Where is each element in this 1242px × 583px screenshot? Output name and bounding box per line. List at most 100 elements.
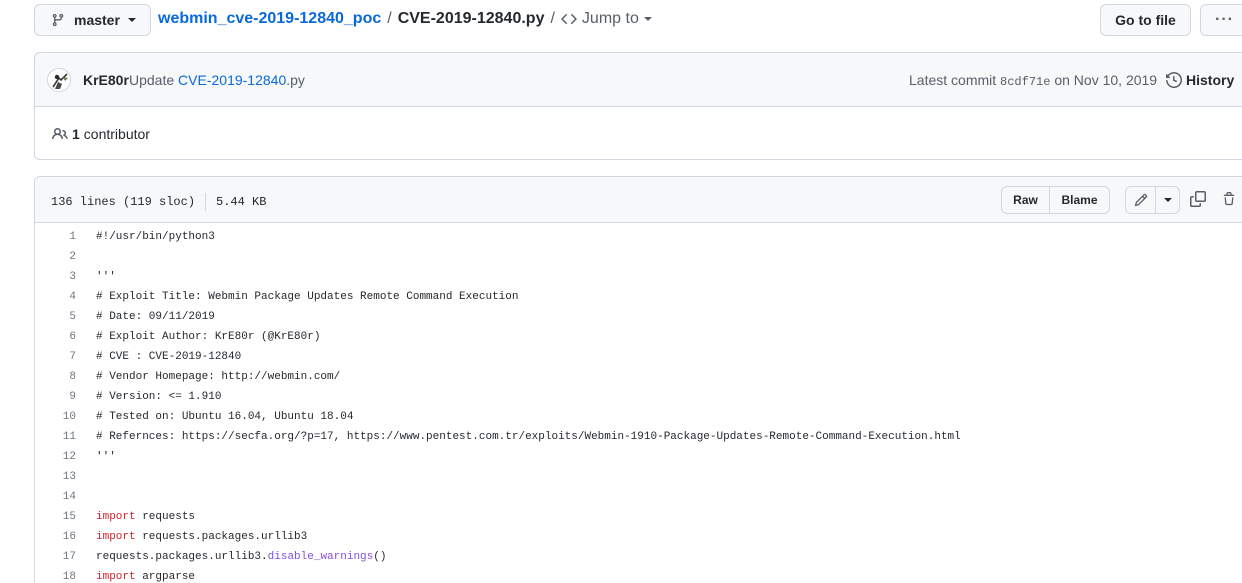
line-content: # Exploit Title: Webmin Package Updates … [76, 291, 518, 303]
line-content: import requests.packages.urllib3 [76, 531, 307, 543]
code-line: 11 # Refernces: https://secfa.org/?p=17, … [35, 427, 1242, 447]
chevron-down-icon [127, 18, 136, 22]
line-content: ''' [76, 451, 116, 463]
avatar-image-icon [48, 69, 70, 91]
line-number[interactable]: 12 [35, 451, 76, 463]
code-keyword: import [96, 531, 136, 543]
line-number[interactable]: 13 [35, 471, 76, 483]
commit-message-suffix: .py [286, 72, 305, 88]
code-text: () [373, 551, 387, 563]
contributors-count: 1 [72, 126, 80, 142]
line-number[interactable]: 17 [35, 551, 76, 563]
code-line: 6 # Exploit Author: KrE80r (@KrE80r) [35, 327, 1242, 347]
pencil-icon [1134, 193, 1147, 207]
code-text: # CVE : CVE-2019-12840 [96, 351, 242, 363]
code-text: argparse [135, 571, 196, 583]
latest-commit-info: Latest commit 8cdf71e on Nov 10, 2019 [909, 72, 1157, 89]
commit-message-prefix: Update [129, 72, 175, 88]
breadcrumb-separator: / [550, 10, 555, 27]
branch-select-button[interactable]: master [34, 4, 151, 36]
edit-options-dropdown[interactable] [1156, 186, 1180, 214]
line-number[interactable]: 18 [35, 571, 76, 583]
more-options-button[interactable]: ··· [1200, 4, 1242, 36]
commit-message-link[interactable]: CVE-2019-12840 [178, 72, 286, 88]
code-keyword: import [96, 511, 136, 523]
code-line: 12 ''' [35, 447, 1242, 467]
line-content: # Exploit Author: KrE80r (@KrE80r) [76, 331, 320, 343]
file-actions-group: Raw Blame [1001, 186, 1110, 214]
commit-author[interactable]: KrE80r [83, 72, 129, 88]
blame-button[interactable]: Blame [1050, 186, 1110, 214]
line-number[interactable]: 14 [35, 491, 76, 503]
code-text: ''' [96, 451, 116, 463]
line-number[interactable]: 11 [35, 431, 76, 443]
contributors-label: contributor [83, 126, 150, 142]
line-number[interactable]: 15 [35, 511, 76, 523]
code-text: # Exploit Title: Webmin Package Updates … [96, 291, 519, 303]
code-line: 1 #!/usr/bin/python3 [35, 227, 1242, 247]
commit-row: KrE80r Update CVE-2019-12840.py Latest c… [35, 53, 1242, 107]
code-icon [561, 13, 577, 25]
go-to-file-button[interactable]: Go to file [1100, 4, 1191, 36]
line-number[interactable]: 2 [35, 251, 76, 263]
breadcrumb-repo-link[interactable]: webmin_cve-2019-12840_poc [158, 10, 381, 28]
code-text: #!/usr/bin/python3 [96, 231, 215, 243]
line-content: #!/usr/bin/python3 [76, 231, 215, 243]
line-content: # Refernces: https://secfa.org/?p=17, ht… [76, 431, 961, 443]
code-line: 13 [35, 467, 1242, 487]
code-line: 5 # Date: 09/11/2019 [35, 307, 1242, 327]
line-content: # Tested on: Ubuntu 16.04, Ubuntu 18.04 [76, 411, 353, 423]
code-text: # Exploit Author: KrE80r (@KrE80r) [96, 331, 321, 343]
file-lines-info: 136 lines (119 sloc) [51, 195, 196, 209]
code-text: # Vendor Homepage: http://webmin.com/ [96, 371, 341, 383]
trash-icon[interactable] [1222, 191, 1236, 207]
jump-to-menu[interactable]: Jump to [561, 10, 652, 28]
line-content: import requests [76, 511, 195, 523]
line-number[interactable]: 8 [35, 371, 76, 383]
file-viewer: 136 lines (119 sloc) 5.44 KB Raw Blame 1… [34, 176, 1242, 583]
commit-date: on Nov 10, 2019 [1054, 72, 1158, 88]
line-number[interactable]: 1 [35, 231, 76, 243]
line-number[interactable]: 6 [35, 331, 76, 343]
line-number[interactable]: 4 [35, 291, 76, 303]
latest-commit-box: KrE80r Update CVE-2019-12840.py Latest c… [34, 52, 1242, 160]
line-number[interactable]: 5 [35, 311, 76, 323]
code-text: requests.packages.urllib3 [135, 531, 308, 543]
chevron-down-icon [1163, 198, 1172, 202]
contributors-link[interactable]: 1 contributor [52, 126, 150, 142]
avatar[interactable] [47, 68, 71, 92]
code-line: 15 import requests [35, 507, 1242, 527]
code-line: 9 # Version: <= 1.910 [35, 387, 1242, 407]
code-keyword: import [96, 571, 136, 583]
history-link[interactable]: History [1166, 72, 1234, 88]
code-line: 2 [35, 247, 1242, 267]
line-number[interactable]: 7 [35, 351, 76, 363]
line-number[interactable]: 9 [35, 391, 76, 403]
code-line: 18 import argparse [35, 567, 1242, 583]
code-line: 8 # Vendor Homepage: http://webmin.com/ [35, 367, 1242, 387]
breadcrumb: webmin_cve-2019-12840_poc / CVE-2019-128… [158, 10, 652, 28]
copy-icon[interactable] [1190, 191, 1206, 207]
code-line: 14 [35, 487, 1242, 507]
code-line: 16 import requests.packages.urllib3 [35, 527, 1242, 547]
line-number[interactable]: 3 [35, 271, 76, 283]
line-content: import argparse [76, 571, 195, 583]
chevron-down-icon [643, 17, 652, 21]
divider [205, 193, 207, 211]
code-text: # Version: <= 1.910 [96, 391, 222, 403]
commit-sha-link[interactable]: 8cdf71e [1000, 75, 1050, 89]
line-content: requests.packages.urllib3.disable_warnin… [76, 551, 386, 563]
edit-group [1125, 186, 1180, 214]
line-content: # CVE : CVE-2019-12840 [76, 351, 241, 363]
code-line: 17 requests.packages.urllib3.disable_warn… [35, 547, 1242, 567]
file-header: 136 lines (119 sloc) 5.44 KB Raw Blame [35, 177, 1242, 223]
line-number[interactable]: 16 [35, 531, 76, 543]
branch-name: master [74, 12, 120, 28]
breadcrumb-separator: / [387, 10, 392, 27]
line-number[interactable]: 10 [35, 411, 76, 423]
code-view: 1 #!/usr/bin/python3 2 3 ''' 4 # Exploit Title… [35, 223, 1242, 583]
file-size: 5.44 KB [216, 195, 267, 209]
raw-button[interactable]: Raw [1001, 186, 1050, 214]
edit-file-button[interactable] [1125, 186, 1157, 214]
code-text: requests [135, 511, 196, 523]
